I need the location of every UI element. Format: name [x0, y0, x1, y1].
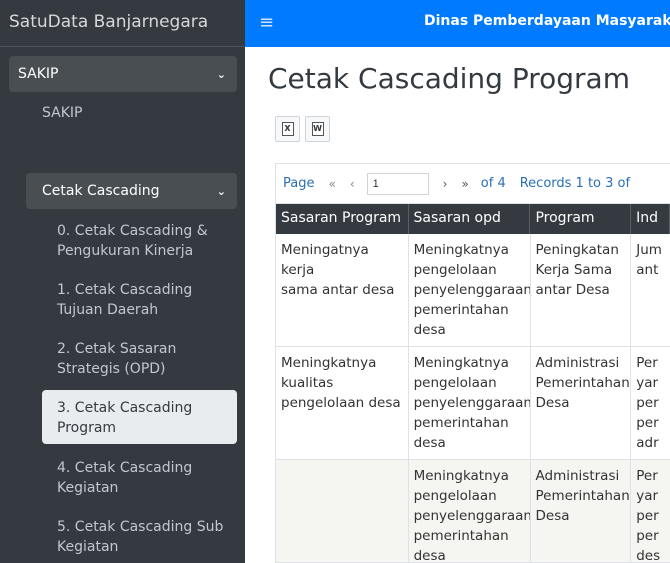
- pager: Page « ‹ › » of 4 Records 1 to 3 of: [276, 164, 670, 204]
- table-cell: Meningkatnya pengelolaan penyelenggaraan…: [409, 234, 531, 346]
- sidebar-item-sakip[interactable]: SAKIP: [42, 105, 82, 121]
- table-cell: Administrasi Pemerintahan Desa: [531, 460, 632, 562]
- menu-cetak-cascading-label: Cetak Cascading: [42, 183, 160, 199]
- sidebar-item-cascading-pengukuran[interactable]: 0. Cetak Cascading & Pengukuran Kinerja: [42, 221, 237, 261]
- sidebar-item-sasaran-strategis[interactable]: 2. Cetak Sasaran Strategis (OPD): [42, 339, 237, 379]
- table-cell: Meningatnya kerja sama antar desa: [276, 234, 409, 346]
- first-page-button[interactable]: «: [328, 177, 335, 191]
- table-row[interactable]: Meningatnya kerja sama antar desa Mening…: [276, 234, 670, 347]
- export-toolbar: X W: [275, 116, 330, 148]
- column-header[interactable]: Ind: [631, 204, 670, 234]
- table-cell: Administrasi Pemerintahan Desa: [531, 347, 632, 459]
- menu-cetak-cascading[interactable]: Cetak Cascading ⌄: [26, 173, 237, 209]
- export-excel-button[interactable]: X: [275, 116, 300, 142]
- sidebar-item-cascading-kegiatan[interactable]: 4. Cetak Cascading Kegiatan: [42, 458, 237, 498]
- table-cell: Per yar per per adr: [636, 355, 659, 451]
- table-cell: Meningkatnya pengelolaan penyelenggaraan…: [409, 460, 531, 562]
- excel-icon: X: [281, 122, 294, 136]
- table-header: Sasaran Program Sasaran opd Program Ind: [276, 204, 670, 234]
- column-header[interactable]: Sasaran opd: [409, 204, 531, 234]
- brand-title[interactable]: SatuData Banjarnegara: [0, 0, 245, 47]
- hamburger-icon[interactable]: ≡: [259, 12, 274, 33]
- prev-page-button[interactable]: ‹: [350, 177, 355, 191]
- chevron-down-icon: ⌄: [216, 184, 226, 198]
- column-header[interactable]: Sasaran Program: [276, 204, 409, 234]
- table-cell: Meningkatnya pengelolaan penyelenggaraan…: [409, 347, 531, 459]
- records-info: Records 1 to 3 of: [519, 176, 631, 191]
- table-cell: Meningkatnya kualitas pengelolaan desa: [276, 347, 409, 459]
- data-grid: Page « ‹ › » of 4 Records 1 to 3 of Sasa…: [275, 163, 670, 563]
- column-header[interactable]: Program: [530, 204, 632, 234]
- table-cell: Per yar per per des: [636, 468, 661, 563]
- menu-sakip-label: SAKIP: [18, 66, 59, 82]
- table-row[interactable]: Meningkatnya kualitas pengelolaan desa M…: [276, 347, 670, 460]
- table-row[interactable]: Meningkatnya pengelolaan penyelenggaraan…: [276, 460, 670, 563]
- top-navbar: ≡ Dinas Pemberdayaan Masyarakat: [245, 0, 670, 47]
- table-cell: Jum ant: [636, 242, 662, 278]
- sidebar-item-cascading-program[interactable]: 3. Cetak Cascading Program: [42, 390, 237, 444]
- export-word-button[interactable]: W: [305, 116, 330, 142]
- sidebar-item-cascading-sub-kegiatan[interactable]: 5. Cetak Cascading Sub Kegiatan: [42, 517, 237, 557]
- agency-title: Dinas Pemberdayaan Masyarakat: [424, 13, 670, 29]
- pager-label: Page: [283, 176, 315, 191]
- table-cell: Peningkatan Kerja Sama antar Desa: [531, 234, 632, 346]
- sidebar: SatuData Banjarnegara SAKIP ⌄ SAKIP Ceta…: [0, 0, 245, 563]
- menu-sakip[interactable]: SAKIP ⌄: [9, 56, 237, 92]
- page-count: of 4: [480, 176, 506, 191]
- last-page-button[interactable]: »: [461, 177, 468, 191]
- page-title: Cetak Cascading Program: [268, 62, 630, 95]
- word-icon: W: [311, 122, 324, 136]
- table-cell: [276, 460, 409, 562]
- chevron-down-icon: ⌄: [216, 67, 226, 81]
- page-input[interactable]: [366, 172, 429, 195]
- sidebar-item-tujuan-daerah[interactable]: 1. Cetak Cascading Tujuan Daerah: [42, 280, 237, 320]
- next-page-button[interactable]: ›: [443, 177, 448, 191]
